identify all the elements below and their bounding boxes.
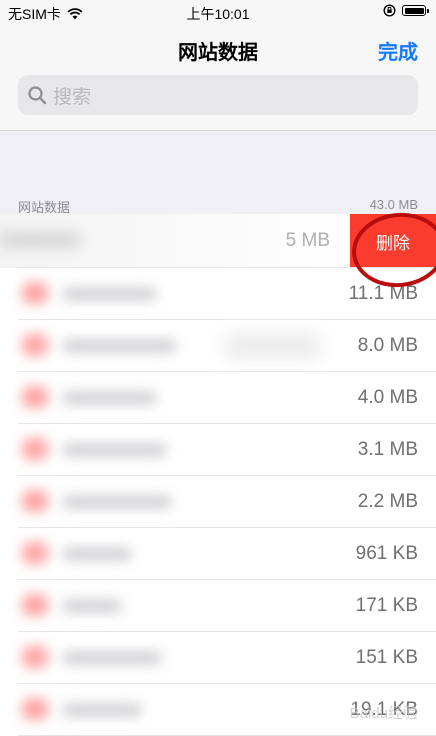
page-title: 网站数据 bbox=[178, 42, 258, 64]
search-field[interactable]: 搜索 bbox=[18, 75, 418, 115]
status-bar: 无SIM卡 上午10:01 bbox=[0, 0, 436, 24]
website-data-list: 5 MB 删除 11.1 MB 8.0 MB 4.0 MB 3.1 MB 2.2… bbox=[0, 214, 436, 736]
list-item[interactable]: 3.1 MB bbox=[0, 424, 436, 476]
search-placeholder: 搜索 bbox=[53, 86, 92, 108]
site-data-size: 151 KB bbox=[355, 647, 418, 668]
blurred-site-name bbox=[62, 443, 167, 457]
site-favicon-icon bbox=[22, 386, 48, 408]
blurred-site-name bbox=[62, 287, 157, 301]
site-favicon-icon bbox=[22, 646, 48, 668]
blurred-site-name bbox=[62, 703, 142, 717]
battery-icon bbox=[402, 5, 429, 16]
site-data-size: 8.0 MB bbox=[357, 335, 418, 356]
blurred-site-name bbox=[62, 339, 177, 353]
site-favicon-icon bbox=[22, 594, 48, 616]
blurred-site-name bbox=[62, 495, 172, 509]
status-time: 上午10:01 bbox=[186, 6, 250, 22]
list-item[interactable]: 171 KB bbox=[0, 580, 436, 632]
site-data-size: 171 KB bbox=[355, 595, 418, 616]
status-right bbox=[383, 4, 429, 17]
site-favicon-icon bbox=[22, 438, 48, 460]
blurred-site-name bbox=[62, 599, 122, 613]
site-favicon-icon bbox=[22, 490, 48, 512]
site-favicon-icon bbox=[22, 542, 48, 564]
done-button[interactable]: 完成 bbox=[378, 36, 418, 65]
section-header-total: 43.0 MB bbox=[369, 197, 418, 212]
site-favicon-icon bbox=[22, 334, 48, 356]
list-item[interactable]: 2.2 MB bbox=[0, 476, 436, 528]
watermark: Baidu经验 bbox=[349, 705, 418, 722]
blurred-site-name bbox=[62, 651, 162, 665]
site-favicon-icon bbox=[22, 698, 48, 720]
blurred-overlay bbox=[225, 332, 320, 360]
blurred-site-name bbox=[62, 391, 157, 405]
site-data-size: 5 MB bbox=[285, 230, 330, 251]
orientation-lock-icon bbox=[383, 4, 396, 17]
search-icon bbox=[28, 86, 47, 105]
navigation-bar: 网站数据 完成 搜索 bbox=[0, 24, 436, 131]
site-data-size: 2.2 MB bbox=[357, 491, 418, 512]
site-favicon-icon bbox=[22, 282, 48, 304]
blurred-site-name bbox=[62, 547, 132, 561]
site-data-size: 3.1 MB bbox=[357, 439, 418, 460]
list-item[interactable]: 4.0 MB bbox=[0, 372, 436, 424]
list-item[interactable]: 151 KB bbox=[0, 632, 436, 684]
list-item[interactable]: 8.0 MB bbox=[0, 320, 436, 372]
blurred-site-name bbox=[0, 232, 80, 248]
site-data-size: 961 KB bbox=[355, 543, 418, 564]
site-data-size: 4.0 MB bbox=[357, 387, 418, 408]
list-item[interactable]: 961 KB bbox=[0, 528, 436, 580]
